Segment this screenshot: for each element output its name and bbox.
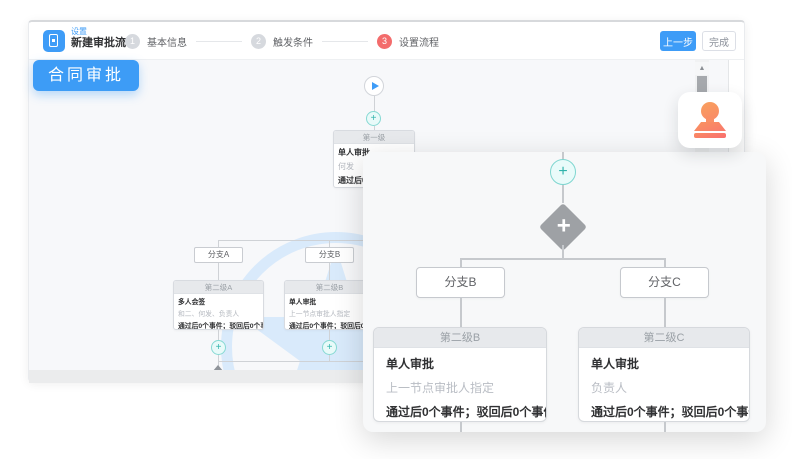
wizard-steps: 1 基本信息 2 触发条件 3 设置流程 — [125, 22, 439, 60]
flow-line — [218, 263, 219, 280]
node-approval-type: 单人审批 — [579, 348, 749, 372]
node-events: 通过后0个事件；驳回后0个事件 — [285, 318, 374, 330]
plus-icon: + — [547, 210, 581, 242]
flow-line — [218, 330, 219, 340]
flow-line — [562, 185, 564, 203]
flow-line — [329, 263, 330, 280]
process-name-tag: 合同审批 — [33, 60, 139, 91]
branch-b-box[interactable]: 分支B — [416, 267, 505, 298]
node-assignee: 和二、何发、负责人 — [174, 306, 263, 318]
flow-line — [460, 298, 462, 327]
add-node-button[interactable]: + — [211, 340, 226, 355]
flow-line — [329, 240, 330, 247]
node-card-level2c[interactable]: 第二级C 单人审批 负责人 通过后0个事件；驳回后0个事件 — [578, 327, 750, 422]
step-basic-info[interactable]: 1 基本信息 — [125, 34, 187, 49]
step-label: 触发条件 — [273, 34, 313, 49]
node-events: 通过后0个事件；驳回后0个事件 — [374, 396, 546, 420]
node-card-title: 第二级A — [174, 281, 263, 294]
step-label: 基本信息 — [147, 34, 187, 49]
branch-a-box[interactable]: 分支A — [194, 247, 243, 263]
flow-line — [329, 330, 330, 340]
stamp-icon — [693, 102, 727, 138]
flow-line — [374, 96, 375, 112]
add-node-button[interactable]: + — [322, 340, 337, 355]
app-eyebrow: 设置 — [71, 27, 126, 37]
node-assignee: 负责人 — [579, 372, 749, 396]
node-approval-type: 单人审批 — [285, 294, 374, 306]
node-events: 通过后0个事件；驳回后0个事件 — [579, 396, 749, 420]
step-number: 3 — [377, 34, 392, 49]
document-icon — [49, 34, 58, 47]
node-card-title: 第二级C — [579, 328, 749, 348]
node-card-title: 第二级B — [374, 328, 546, 348]
node-approval-type: 多人会签 — [174, 294, 263, 306]
flow-line — [460, 258, 462, 267]
node-card-level2b[interactable]: 第二级B 单人审批 上一节点审批人指定 通过后0个事件；驳回后0个事件 — [284, 280, 375, 330]
flow-line — [664, 298, 666, 327]
step-number: 1 — [125, 34, 140, 49]
app-title-block: 设置 新建审批流 — [71, 27, 126, 51]
flow-line — [664, 422, 666, 432]
add-node-button[interactable]: + — [550, 159, 576, 185]
node-events: 通过后0个事件；驳回后0个事件 — [174, 318, 263, 330]
previous-step-button[interactable]: 上一步 — [660, 31, 696, 51]
node-card-title: 第二级B — [285, 281, 374, 294]
start-node[interactable] — [364, 76, 384, 96]
node-card-level2b[interactable]: 第二级B 单人审批 上一节点审批人指定 通过后0个事件；驳回后0个事件 — [373, 327, 547, 422]
scroll-up-button[interactable]: ▲ — [695, 62, 709, 75]
step-label: 设置流程 — [399, 34, 439, 49]
add-node-button[interactable]: + — [366, 111, 381, 126]
titlebar: 设置 新建审批流 1 基本信息 2 触发条件 3 设置流程 上 — [29, 22, 744, 60]
step-trigger-condition[interactable]: 2 触发条件 — [251, 34, 313, 49]
flow-line — [218, 240, 219, 247]
step-connector — [322, 41, 368, 42]
zoom-panel: + + 分支B 分支C 第二级B 单人审批 上一节点审批人指定 通过后0个事件；… — [363, 152, 766, 432]
step-connector — [196, 41, 242, 42]
node-card-title: 第一级 — [334, 131, 414, 144]
branch-c-box[interactable]: 分支C — [620, 267, 709, 298]
node-assignee: 上一节点审批人指定 — [285, 306, 374, 318]
flow-line — [562, 245, 564, 258]
play-icon — [372, 82, 379, 90]
node-approval-type: 单人审批 — [374, 348, 546, 372]
finish-button[interactable]: 完成 — [702, 31, 736, 51]
branch-b-box[interactable]: 分支B — [305, 247, 354, 263]
step-set-process[interactable]: 3 设置流程 — [377, 34, 439, 49]
page-title: 新建审批流 — [71, 37, 126, 51]
flow-line — [460, 258, 665, 260]
flow-line — [664, 258, 666, 267]
condition-branch-node[interactable]: + — [539, 203, 587, 251]
stamp-card — [678, 92, 742, 148]
step-number: 2 — [251, 34, 266, 49]
node-card-level2a[interactable]: 第二级A 多人会签 和二、何发、负责人 通过后0个事件；驳回后0个事件 — [173, 280, 264, 330]
app-document-icon — [43, 30, 65, 52]
node-assignee: 上一节点审批人指定 — [374, 372, 546, 396]
page: 设置 新建审批流 1 基本信息 2 触发条件 3 设置流程 上 — [0, 0, 792, 459]
flow-line — [460, 422, 462, 432]
